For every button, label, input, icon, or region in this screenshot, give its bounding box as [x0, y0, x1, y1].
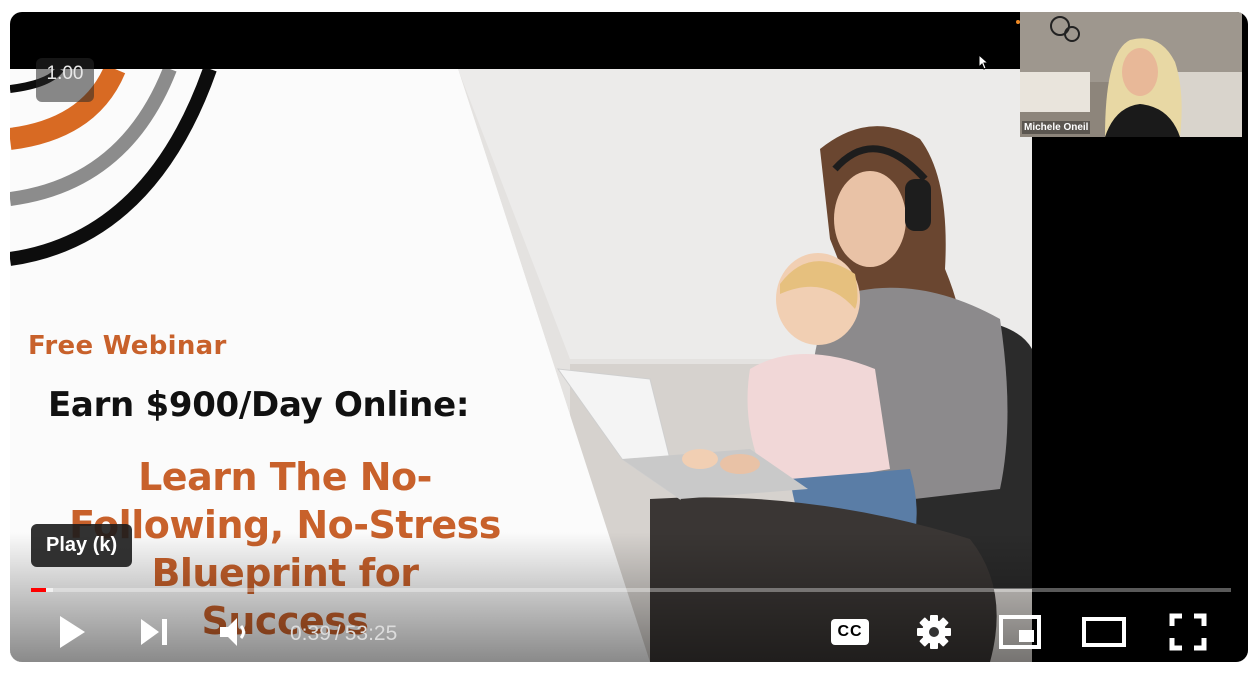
time-display: 0:39/53:25 [290, 602, 397, 662]
fullscreen-icon [1169, 613, 1207, 651]
captions-button[interactable]: CC [826, 602, 874, 662]
settings-button[interactable] [910, 602, 958, 662]
progress-bar[interactable] [31, 588, 1231, 592]
slide-eyebrow: Free Webinar [28, 331, 227, 361]
player-controls: 0:39/53:25 CC [10, 602, 1248, 662]
mouse-cursor-icon [978, 54, 990, 70]
presenter-camera: Michele Oneil [1020, 12, 1242, 137]
video-player[interactable]: Free Webinar Earn $900/Day Online: Learn… [10, 12, 1248, 662]
video-frame[interactable]: Free Webinar Earn $900/Day Online: Learn… [10, 69, 1032, 662]
play-tooltip: Play (k) [31, 524, 133, 567]
slide-subhead-line: Learn The No- [138, 455, 432, 499]
miniplayer-icon [999, 615, 1041, 649]
current-time: 0:39 [290, 622, 331, 645]
miniplayer-button[interactable] [994, 602, 1046, 662]
progress-played [31, 588, 46, 592]
time-separator: / [334, 622, 341, 645]
duration: 53:25 [344, 622, 398, 645]
presenter-video-image [1020, 12, 1242, 137]
slide-headline: Earn $900/Day Online: [48, 385, 470, 425]
next-button[interactable] [132, 602, 176, 662]
theater-mode-button[interactable] [1078, 602, 1130, 662]
volume-icon [220, 618, 245, 646]
play-button[interactable] [50, 602, 94, 662]
play-icon [60, 616, 85, 648]
presenter-name: Michele Oneil [1022, 121, 1091, 134]
fullscreen-button[interactable] [1162, 602, 1214, 662]
cc-label: CC [837, 623, 863, 640]
cc-icon: CC [831, 619, 869, 645]
next-icon [141, 619, 167, 645]
playback-speed-indicator: 1.00 [36, 58, 94, 102]
volume-button[interactable] [212, 602, 260, 662]
theater-mode-icon [1082, 617, 1126, 647]
gear-icon [917, 615, 951, 649]
